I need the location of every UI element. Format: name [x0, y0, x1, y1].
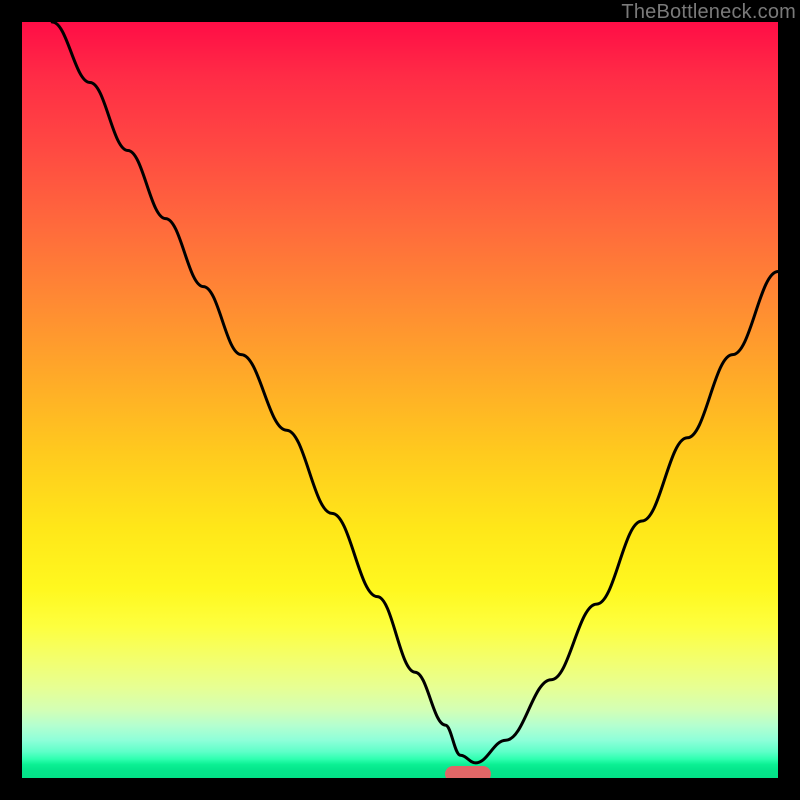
chart-frame: TheBottleneck.com [0, 0, 800, 800]
bottleneck-curve [52, 22, 778, 763]
sweet-spot-marker [445, 766, 491, 778]
attribution-text: TheBottleneck.com [621, 1, 796, 24]
curve-layer [22, 22, 778, 778]
plot-area [22, 22, 778, 778]
